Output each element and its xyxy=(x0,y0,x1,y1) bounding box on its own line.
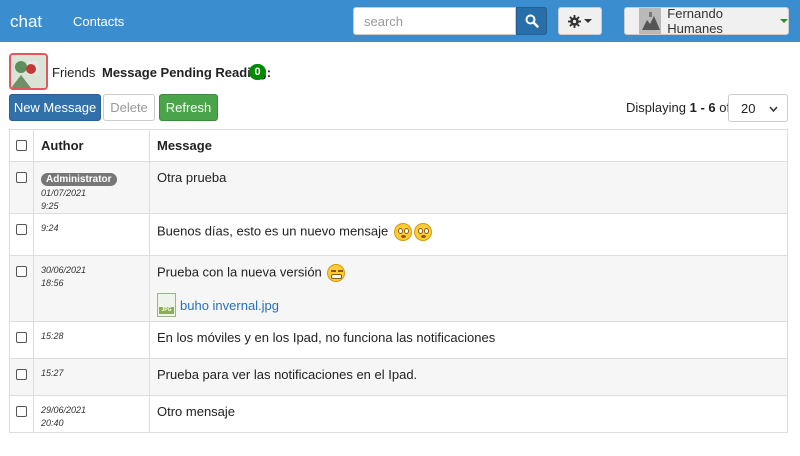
page-size-select[interactable]: 20 xyxy=(728,94,788,122)
nav-contacts-link[interactable]: Contacts xyxy=(73,14,124,29)
file-type-label: JPG xyxy=(159,307,174,314)
chevron-down-icon xyxy=(780,19,788,23)
paging-sep: - xyxy=(696,100,709,115)
select-all-cell xyxy=(10,130,34,161)
refresh-button[interactable]: Refresh xyxy=(159,94,218,121)
app-brand[interactable]: chat xyxy=(10,12,42,32)
page-size-value: 20 xyxy=(741,100,756,116)
chevron-down-icon xyxy=(769,106,778,112)
message-cell: Otra prueba xyxy=(150,162,787,213)
pending-reading-label: Message Pending Reading: xyxy=(102,65,272,80)
table-row[interactable]: 30/06/2021 18:56 Prueba con la nueva ver… xyxy=(10,255,787,321)
table-row[interactable]: 9:24 Buenos días, esto es un nuevo mensa… xyxy=(10,213,787,255)
message-text: Otro mensaje xyxy=(157,404,236,419)
search-input[interactable] xyxy=(353,7,516,35)
row-checkbox[interactable] xyxy=(16,369,27,380)
table-row[interactable]: 15:28 En los móviles y en los Ipad, no f… xyxy=(10,321,787,358)
message-date: 30/06/2021 xyxy=(41,265,87,275)
message-text: Prueba para ver las notificaciones en el… xyxy=(157,367,418,382)
search-button[interactable] xyxy=(516,7,547,35)
message-text: Buenos días, esto es un nuevo mensaje xyxy=(157,223,389,239)
message-time: 15:28 xyxy=(41,331,64,341)
author-cell: Administrator 01/07/2021 9:25 xyxy=(34,162,150,213)
role-badge: Administrator xyxy=(41,173,117,186)
message-column-header[interactable]: Message xyxy=(150,130,787,161)
author-cell: 15:28 xyxy=(34,322,150,358)
row-checkbox[interactable] xyxy=(16,332,27,343)
messages-table: Author Message Administrator 01/07/2021 … xyxy=(9,129,788,433)
message-text: Otra prueba xyxy=(157,170,227,185)
author-cell: 9:24 xyxy=(34,214,150,255)
table-row[interactable]: 29/06/2021 20:40 Otro mensaje xyxy=(10,395,787,432)
message-text: Prueba con la nueva versión xyxy=(157,264,322,280)
flushed-face-emoji-icon xyxy=(413,223,432,241)
table-row[interactable]: 15:27 Prueba para ver las notificaciones… xyxy=(10,358,787,395)
message-time: 9:25 xyxy=(41,201,59,211)
author-cell: 30/06/2021 18:56 xyxy=(34,256,150,321)
select-all-checkbox[interactable] xyxy=(16,140,27,151)
user-name: Fernando Humanes xyxy=(667,6,723,36)
message-time: 20:40 xyxy=(41,418,64,428)
paging-summary: Displaying 1 - 6 of 6 xyxy=(626,100,741,115)
gear-icon xyxy=(568,14,581,28)
author-cell: 15:27 xyxy=(34,359,150,395)
message-cell: En los móviles y en los Ipad, no funcion… xyxy=(150,322,787,358)
message-cell: Prueba con la nueva versión JPG buho inv… xyxy=(150,256,787,321)
message-text: En los móviles y en los Ipad, no funcion… xyxy=(157,330,496,345)
row-checkbox[interactable] xyxy=(16,266,27,277)
settings-dropdown-button[interactable] xyxy=(558,7,602,35)
message-time: 18:56 xyxy=(41,278,64,288)
row-checkbox[interactable] xyxy=(16,172,27,183)
message-time: 9:24 xyxy=(41,223,59,233)
flushed-face-emoji-icon xyxy=(393,223,412,241)
author-column-header[interactable]: Author xyxy=(34,130,150,161)
row-checkbox[interactable] xyxy=(16,224,27,235)
image-file-icon: JPG xyxy=(157,293,176,317)
message-cell: Prueba para ver las notificaciones en el… xyxy=(150,359,787,395)
search-icon xyxy=(525,14,539,28)
top-navbar: chat Contacts Fernan xyxy=(0,0,800,42)
table-row[interactable]: Administrator 01/07/2021 9:25 Otra prueb… xyxy=(10,161,787,213)
paging-to: 6 xyxy=(708,100,716,115)
attachment-link[interactable]: buho invernal.jpg xyxy=(180,298,279,313)
paging-from: 1 xyxy=(689,100,697,115)
new-message-button[interactable]: New Message xyxy=(9,94,101,121)
chevron-down-icon xyxy=(584,19,592,23)
friends-group-avatar[interactable] xyxy=(9,53,48,90)
table-header-row: Author Message xyxy=(10,130,787,161)
message-cell: Buenos días, esto es un nuevo mensaje xyxy=(150,214,787,255)
grimacing-face-emoji-icon xyxy=(327,264,346,282)
message-date: 29/06/2021 xyxy=(41,405,87,415)
paging-prefix: Displaying xyxy=(626,100,690,115)
user-menu-button[interactable]: Fernando Humanes xyxy=(624,6,789,36)
message-cell: Otro mensaje xyxy=(150,396,787,432)
attachment[interactable]: JPG buho invernal.jpg xyxy=(157,293,780,317)
message-time: 15:27 xyxy=(41,368,64,378)
row-checkbox[interactable] xyxy=(16,406,27,417)
author-cell: 29/06/2021 20:40 xyxy=(34,396,150,432)
delete-button[interactable]: Delete xyxy=(103,94,155,121)
message-date: 01/07/2021 xyxy=(41,188,87,198)
friends-label[interactable]: Friends xyxy=(52,65,95,80)
user-avatar xyxy=(639,8,662,34)
pending-count-badge: 0 xyxy=(249,64,266,80)
